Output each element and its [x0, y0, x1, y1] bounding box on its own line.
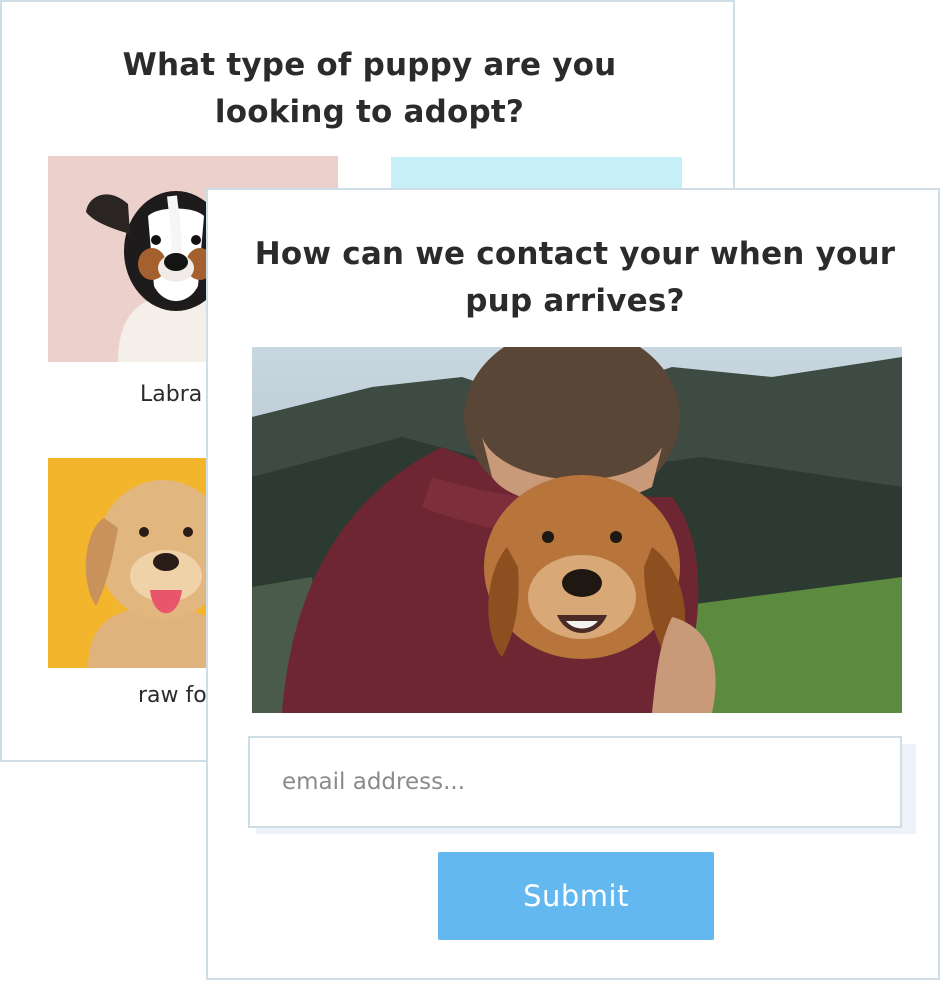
man-hugging-dog-photo: [252, 347, 902, 713]
email-field[interactable]: [248, 736, 902, 828]
submit-button[interactable]: Submit: [438, 852, 714, 940]
question-title: How can we contact your when your pup ar…: [254, 236, 896, 319]
question-title: What type of puppy are you looking to ad…: [122, 47, 617, 130]
option-label: raw fo: [138, 683, 207, 708]
survey-card-contact: How can we contact your when your pup ar…: [206, 188, 940, 980]
option-label: Labra: [140, 382, 203, 407]
